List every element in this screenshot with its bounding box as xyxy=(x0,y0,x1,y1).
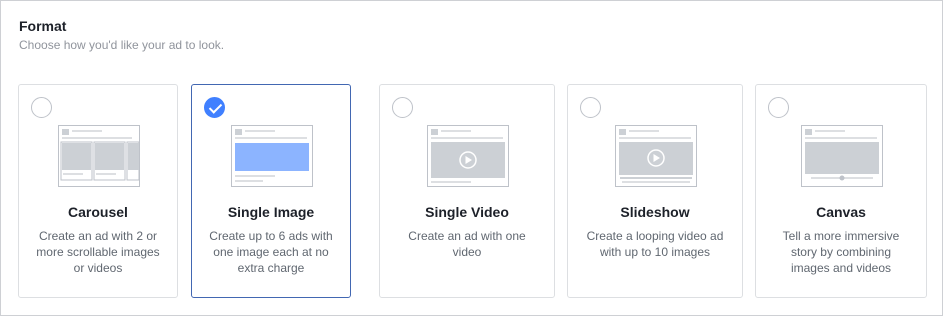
slideshow-title: Slideshow xyxy=(620,204,690,220)
slideshow-description: Create a looping video ad with up to 10 … xyxy=(586,229,724,259)
single-video-preview-icon xyxy=(427,125,509,187)
single-image-description: Create up to 6 ads with one image each a… xyxy=(209,229,333,275)
format-option-single-image[interactable]: Single Image Create up to 6 ads with one… xyxy=(191,84,351,298)
single-image-title: Single Image xyxy=(227,204,315,220)
format-option-canvas[interactable]: Canvas Tell a more immersive story by co… xyxy=(755,84,927,298)
single-video-title: Single Video xyxy=(425,204,509,220)
carousel-radio[interactable] xyxy=(31,97,52,118)
single-video-radio[interactable] xyxy=(392,97,413,118)
single-image-preview-icon xyxy=(231,125,313,187)
canvas-description: Tell a more immersive story by combining… xyxy=(782,229,900,275)
canvas-radio[interactable] xyxy=(768,97,789,118)
single-video-description: Create an ad with one video xyxy=(408,229,526,259)
canvas-preview-icon xyxy=(801,125,883,187)
slideshow-preview-icon xyxy=(615,125,697,187)
carousel-title: Carousel xyxy=(68,204,128,220)
format-panel: Format Choose how you'd like your ad to … xyxy=(0,0,943,316)
format-option-single-video[interactable]: Single Video Create an ad with one video xyxy=(379,84,555,298)
single-image-radio[interactable] xyxy=(204,97,225,118)
carousel-preview-icon xyxy=(58,125,140,187)
section-subtitle: Choose how you'd like your ad to look. xyxy=(19,38,225,52)
format-option-slideshow[interactable]: Slideshow Create a looping video ad with… xyxy=(567,84,743,298)
slideshow-radio[interactable] xyxy=(580,97,601,118)
canvas-title: Canvas xyxy=(816,204,866,220)
format-option-carousel[interactable]: Carousel Create an ad with 2 or more scr… xyxy=(18,84,178,298)
section-title: Format xyxy=(19,18,67,34)
carousel-description: Create an ad with 2 or more scrollable i… xyxy=(36,229,160,275)
